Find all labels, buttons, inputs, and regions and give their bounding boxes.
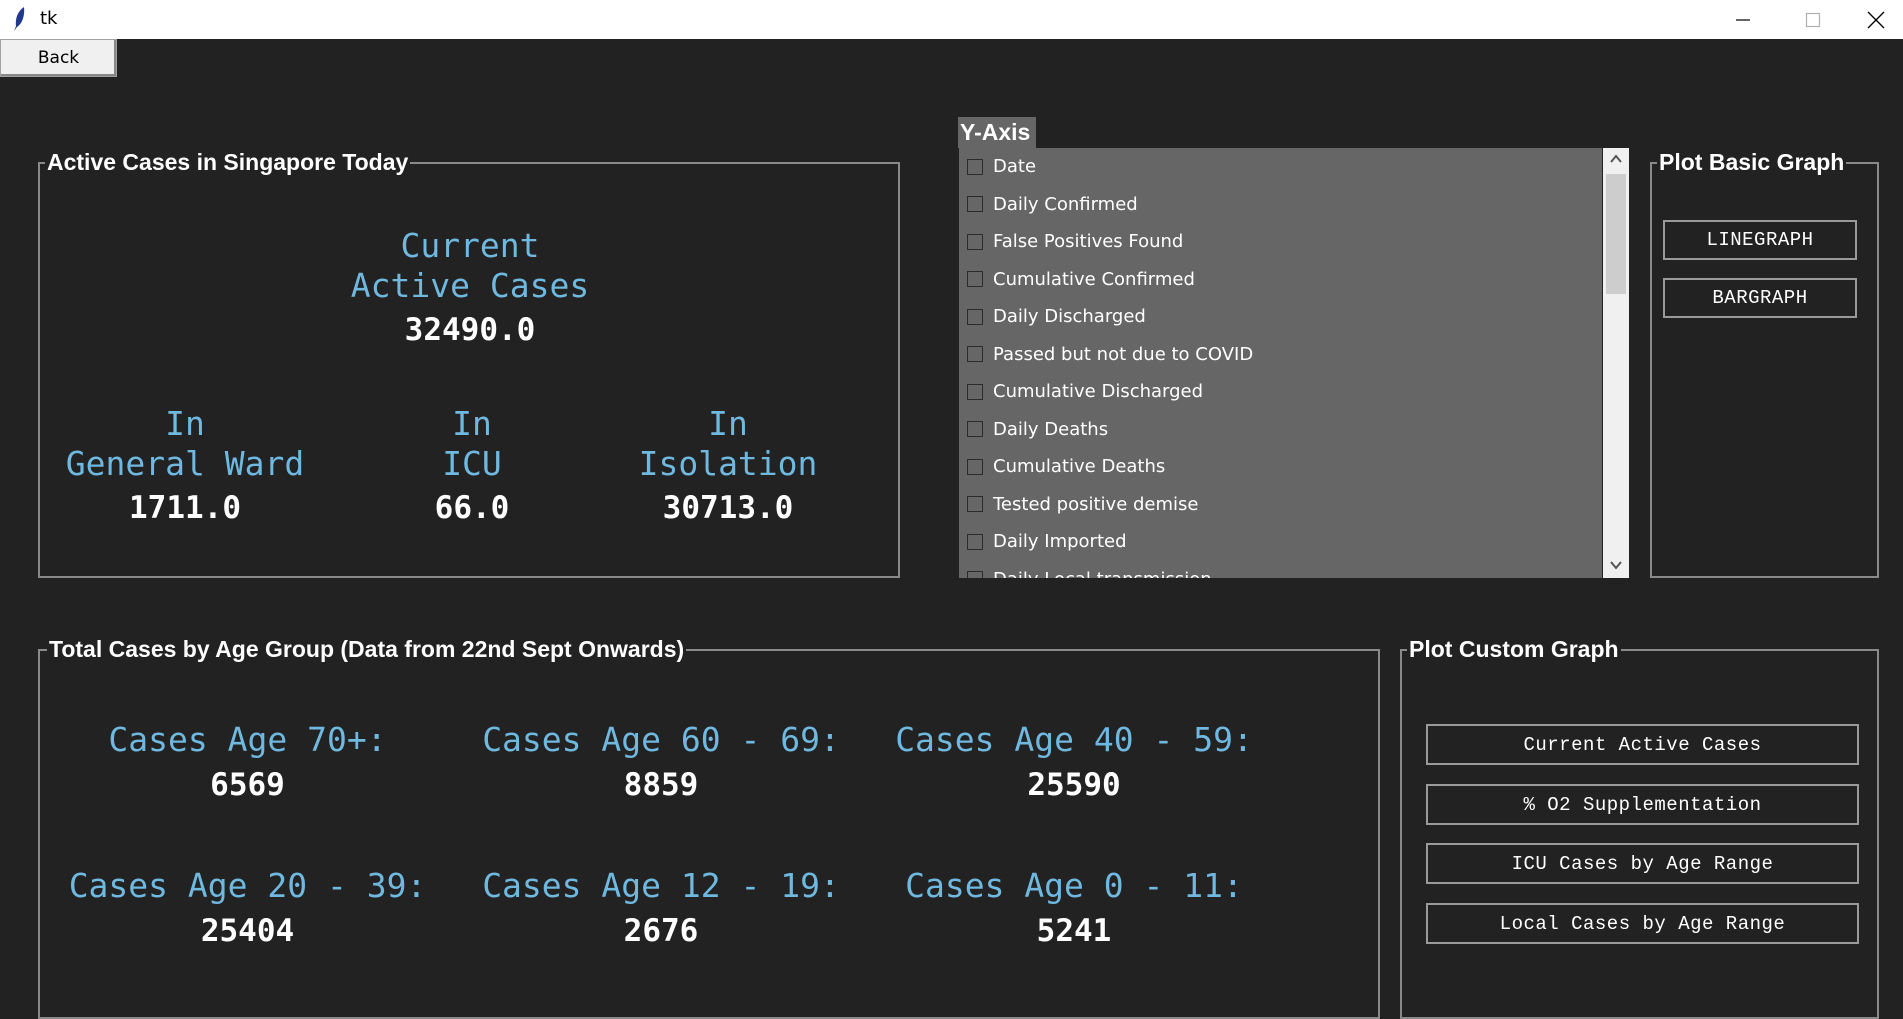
basic-graph-title: Plot Basic Graph — [1657, 149, 1847, 175]
age20-group: Cases Age 20 - 39: 25404 — [40, 866, 455, 951]
icu-group: In ICU 66.0 — [372, 404, 572, 528]
list-item[interactable]: Cumulative Discharged — [959, 373, 1602, 411]
list-item[interactable]: Cumulative Deaths — [959, 448, 1602, 486]
general-ward-label-2: General Ward — [65, 444, 305, 483]
y-axis-title: Y-Axis — [958, 117, 1036, 148]
back-button[interactable]: Back — [0, 39, 117, 77]
checkbox[interactable] — [967, 533, 983, 550]
list-item[interactable]: Daily Deaths — [959, 411, 1602, 449]
age12-label: Cases Age 12 - 19: — [482, 866, 840, 905]
current-label-1: Current — [400, 226, 540, 265]
minimize-icon — [1736, 18, 1750, 21]
list-item[interactable]: Daily Discharged — [959, 298, 1602, 336]
age60-group: Cases Age 60 - 69: 8859 — [458, 720, 864, 805]
age0-value: 5241 — [1036, 913, 1112, 949]
o2-supplementation-button[interactable]: % O2 Supplementation — [1426, 784, 1859, 825]
list-item[interactable]: False Positives Found — [959, 223, 1602, 261]
checkbox[interactable] — [967, 158, 983, 175]
age-group-title: Total Cases by Age Group (Data from 22nd… — [47, 636, 687, 662]
minimize-button[interactable] — [1708, 0, 1778, 39]
maximize-icon — [1805, 12, 1821, 27]
list-item[interactable]: Daily Local transmission — [959, 561, 1602, 578]
isolation-label-2: Isolation — [638, 444, 818, 483]
general-ward-label-1: In — [165, 404, 205, 443]
age12-value: 2676 — [623, 913, 699, 949]
age60-value: 8859 — [623, 767, 699, 803]
current-active-value: 32490.0 — [404, 312, 536, 348]
current-label-2: Active Cases — [350, 266, 590, 305]
general-ward-group: In General Ward 1711.0 — [40, 404, 330, 528]
current-active-group: Current Active Cases 32490.0 — [300, 226, 640, 350]
title-bar: tk — [0, 0, 1903, 39]
window-title: tk — [40, 8, 58, 29]
age-group-panel — [38, 649, 1380, 1019]
checkbox[interactable] — [967, 571, 983, 578]
isolation-label-1: In — [708, 404, 748, 443]
custom-graph-title: Plot Custom Graph — [1407, 636, 1621, 662]
age20-value: 25404 — [200, 913, 295, 949]
custom-graph-panel — [1400, 649, 1879, 1019]
icu-value: 66.0 — [434, 490, 510, 526]
bargraph-button[interactable]: BARGRAPH — [1663, 278, 1857, 318]
close-button[interactable] — [1848, 0, 1903, 39]
age40-value: 25590 — [1027, 767, 1121, 803]
checkbox[interactable] — [967, 233, 983, 250]
icu-label-1: In — [452, 404, 492, 443]
age40-label: Cases Age 40 - 59: — [895, 720, 1253, 759]
list-item[interactable]: Daily Imported — [959, 523, 1602, 561]
list-item[interactable]: Passed but not due to COVID — [959, 336, 1602, 374]
list-item[interactable]: Tested positive demise — [959, 486, 1602, 524]
icu-label-2: ICU — [442, 444, 502, 483]
scroll-up-icon[interactable] — [1610, 154, 1622, 164]
local-cases-by-age-button[interactable]: Local Cases by Age Range — [1426, 903, 1859, 944]
age70-group: Cases Age 70+: 6569 — [40, 720, 455, 805]
list-item[interactable]: Date — [959, 148, 1602, 186]
isolation-value: 30713.0 — [662, 490, 794, 526]
checkbox[interactable] — [967, 196, 983, 213]
age0-label: Cases Age 0 - 11: — [905, 866, 1243, 905]
age0-group: Cases Age 0 - 11: 5241 — [868, 866, 1280, 951]
age40-group: Cases Age 40 - 59: 25590 — [868, 720, 1280, 805]
list-item[interactable]: Daily Confirmed — [959, 186, 1602, 224]
checkbox[interactable] — [967, 458, 983, 475]
checkbox[interactable] — [967, 421, 983, 438]
age70-label: Cases Age 70+: — [108, 720, 387, 759]
isolation-group: In Isolation 30713.0 — [608, 404, 848, 528]
linegraph-button[interactable]: LINEGRAPH — [1663, 220, 1857, 260]
y-axis-list: Date Daily Confirmed False Positives Fou… — [959, 148, 1602, 578]
age12-group: Cases Age 12 - 19: 2676 — [458, 866, 864, 951]
scroll-down-icon[interactable] — [1610, 560, 1622, 570]
maximize-button[interactable] — [1778, 0, 1848, 39]
checkbox[interactable] — [967, 271, 983, 288]
age60-label: Cases Age 60 - 69: — [482, 720, 840, 759]
checkbox[interactable] — [967, 496, 983, 513]
current-active-cases-button[interactable]: Current Active Cases — [1426, 724, 1859, 765]
age70-value: 6569 — [210, 767, 285, 803]
icu-cases-by-age-button[interactable]: ICU Cases by Age Range — [1426, 843, 1859, 884]
scrollbar-thumb[interactable] — [1606, 174, 1626, 294]
list-item[interactable]: Cumulative Confirmed — [959, 261, 1602, 299]
checkbox[interactable] — [967, 346, 983, 363]
checkbox[interactable] — [967, 383, 983, 400]
close-icon — [1867, 11, 1884, 28]
feather-icon — [14, 7, 25, 31]
checkbox[interactable] — [967, 308, 983, 325]
general-ward-value: 1711.0 — [129, 490, 241, 526]
y-axis-scrollbar[interactable] — [1603, 148, 1629, 578]
age20-label: Cases Age 20 - 39: — [68, 866, 427, 905]
active-cases-title: Active Cases in Singapore Today — [45, 149, 411, 175]
